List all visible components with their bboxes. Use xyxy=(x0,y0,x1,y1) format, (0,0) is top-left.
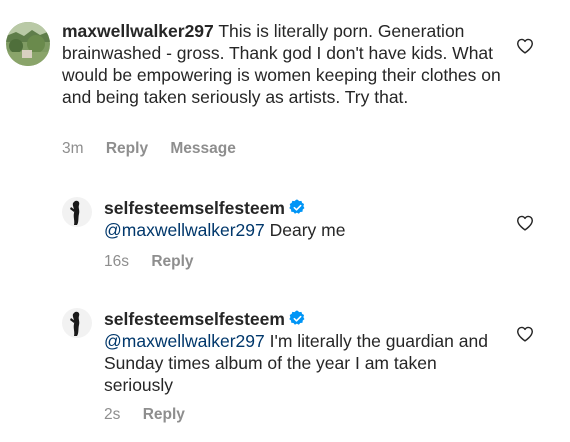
avatar[interactable] xyxy=(62,197,92,227)
comment-item: maxwellwalker297 This is literally porn.… xyxy=(0,0,570,175)
comment-meta: 2s Reply xyxy=(104,406,203,424)
comment-mention[interactable]: @maxwellwalker297 xyxy=(104,331,265,351)
comment-item: selfesteemselfesteem @maxwellwalker297 I… xyxy=(0,296,570,436)
reply-button[interactable]: Reply xyxy=(106,140,148,158)
heart-outline-icon[interactable] xyxy=(516,38,534,54)
comment-timestamp: 2s xyxy=(104,406,121,423)
reply-button[interactable]: Reply xyxy=(143,406,185,424)
comment-username[interactable]: maxwellwalker297 xyxy=(62,21,214,41)
verified-badge-icon xyxy=(289,310,305,325)
avatar-image xyxy=(62,308,92,338)
avatar-image xyxy=(6,22,50,66)
comment-timestamp: 3m xyxy=(62,140,84,157)
comment-meta: 3m Reply Message xyxy=(62,140,254,158)
message-button[interactable]: Message xyxy=(170,140,235,158)
comment-item: selfesteemselfesteem @maxwellwalker297 D… xyxy=(0,185,570,285)
comment-text: maxwellwalker297 This is literally porn.… xyxy=(62,20,502,108)
comment-text: selfesteemselfesteem @maxwellwalker297 D… xyxy=(104,197,504,241)
comment-text: selfesteemselfesteem @maxwellwalker297 I… xyxy=(104,308,504,396)
avatar-image xyxy=(62,197,92,227)
comment-meta: 16s Reply xyxy=(104,253,212,271)
heart-outline-icon[interactable] xyxy=(516,215,534,231)
comment-body: Deary me xyxy=(269,220,346,240)
avatar[interactable] xyxy=(62,308,92,338)
comment-username[interactable]: selfesteemselfesteem xyxy=(104,198,285,218)
comment-username[interactable]: selfesteemselfesteem xyxy=(104,309,285,329)
verified-badge-icon xyxy=(289,199,305,214)
comment-timestamp: 16s xyxy=(104,253,129,270)
comment-mention[interactable]: @maxwellwalker297 xyxy=(104,220,265,240)
reply-button[interactable]: Reply xyxy=(151,253,193,271)
avatar[interactable] xyxy=(6,22,50,66)
heart-outline-icon[interactable] xyxy=(516,326,534,342)
